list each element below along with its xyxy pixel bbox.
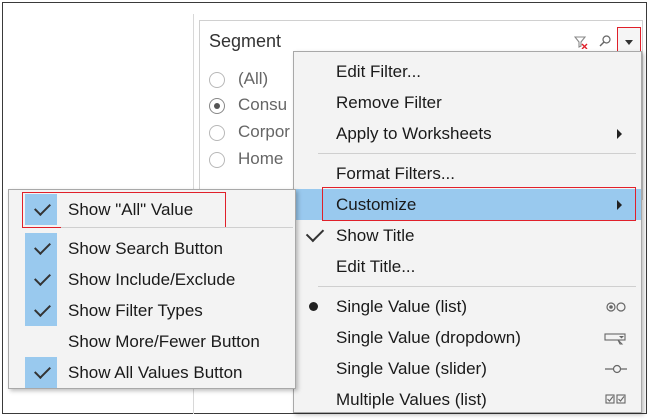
submenu-item-show-include-exclude[interactable]: Show Include/Exclude xyxy=(9,264,295,295)
clear-filter-icon[interactable] xyxy=(574,35,588,49)
submenu-item-show-filter-types[interactable]: Show Filter Types xyxy=(9,295,295,326)
menu-item-multiple-values-list[interactable]: Multiple Values (list) xyxy=(294,384,641,415)
menu-item-show-title[interactable]: Show Title xyxy=(294,220,641,251)
menu-item-label: Apply to Worksheets xyxy=(336,124,492,143)
submenu-item-label: Show Filter Types xyxy=(68,301,203,320)
submenu-item-label: Show "All" Value xyxy=(68,200,194,219)
menu-item-label: Single Value (slider) xyxy=(336,359,487,378)
menu-item-label: Multiple Values (list) xyxy=(336,390,487,409)
menu-item-edit-filter[interactable]: Edit Filter... xyxy=(294,56,641,87)
menu-item-label: Edit Title... xyxy=(336,257,416,276)
checkmark-icon xyxy=(25,264,57,295)
submenu-item-show-more-fewer-button[interactable]: Show More/Fewer Button xyxy=(9,326,295,357)
menu-item-label: Single Value (dropdown) xyxy=(336,328,521,347)
menu-item-label: Customize xyxy=(336,195,417,214)
menu-item-label: Single Value (list) xyxy=(336,297,468,316)
submenu-arrow-icon xyxy=(617,129,622,139)
submenu-item-label: Show All Values Button xyxy=(68,363,243,382)
filter-title: Segment xyxy=(209,31,282,51)
menu-item-single-value-dropdown[interactable]: Single Value (dropdown) xyxy=(294,322,641,353)
submenu-item-label: Show Include/Exclude xyxy=(68,270,236,289)
filter-option-label: Corpor xyxy=(238,122,290,141)
menu-item-customize[interactable]: Customize xyxy=(294,187,641,221)
submenu-item-label: Show More/Fewer Button xyxy=(68,332,260,351)
submenu-arrow-icon xyxy=(617,200,622,210)
submenu-item-show-all-value[interactable]: Show "All" Value xyxy=(9,192,295,228)
checkmark-icon xyxy=(25,233,57,264)
search-icon[interactable] xyxy=(598,34,612,48)
filter-option-label: (All) xyxy=(238,69,269,88)
menu-item-label: Show Title xyxy=(336,226,415,245)
radio-button[interactable] xyxy=(209,72,225,88)
menu-separator xyxy=(318,286,636,287)
checkmark-icon xyxy=(25,295,57,326)
submenu-item-label: Show Search Button xyxy=(68,239,223,258)
menu-separator xyxy=(61,227,293,228)
menu-item-remove-filter[interactable]: Remove Filter xyxy=(294,87,641,118)
slider-icon xyxy=(605,364,627,374)
filter-context-menu: Edit Filter... Remove Filter Apply to Wo… xyxy=(293,51,642,413)
dropdown-list-icon xyxy=(604,333,626,345)
submenu-item-show-all-values-button[interactable]: Show All Values Button xyxy=(9,357,295,388)
radio-button[interactable] xyxy=(209,125,225,141)
menu-item-format-filters[interactable]: Format Filters... xyxy=(294,158,641,189)
checkmark-icon xyxy=(305,223,325,243)
bullet-icon xyxy=(309,302,318,311)
submenu-item-show-search-button[interactable]: Show Search Button xyxy=(9,233,295,264)
menu-item-apply-to-worksheets[interactable]: Apply to Worksheets xyxy=(294,118,641,149)
radio-button-selected[interactable] xyxy=(209,98,225,114)
checkmark-icon xyxy=(25,357,57,388)
menu-item-label: Format Filters... xyxy=(336,164,456,183)
menu-item-single-value-slider[interactable]: Single Value (slider) xyxy=(294,353,641,384)
checkbox-list-icon xyxy=(605,394,626,404)
menu-item-single-value-list[interactable]: Single Value (list) xyxy=(294,291,641,322)
radio-list-icon xyxy=(606,302,626,312)
chevron-down-icon xyxy=(625,40,633,45)
filter-option-label: Home xyxy=(238,149,284,168)
menu-item-edit-title[interactable]: Edit Title... xyxy=(294,251,641,282)
menu-item-label: Remove Filter xyxy=(336,93,442,112)
menu-separator xyxy=(318,153,636,154)
radio-button[interactable] xyxy=(209,152,225,168)
customize-submenu: Show "All" Value Show Search Button Show… xyxy=(8,189,296,389)
menu-item-label: Edit Filter... xyxy=(336,62,422,81)
filter-option-label: Consu xyxy=(238,95,288,114)
